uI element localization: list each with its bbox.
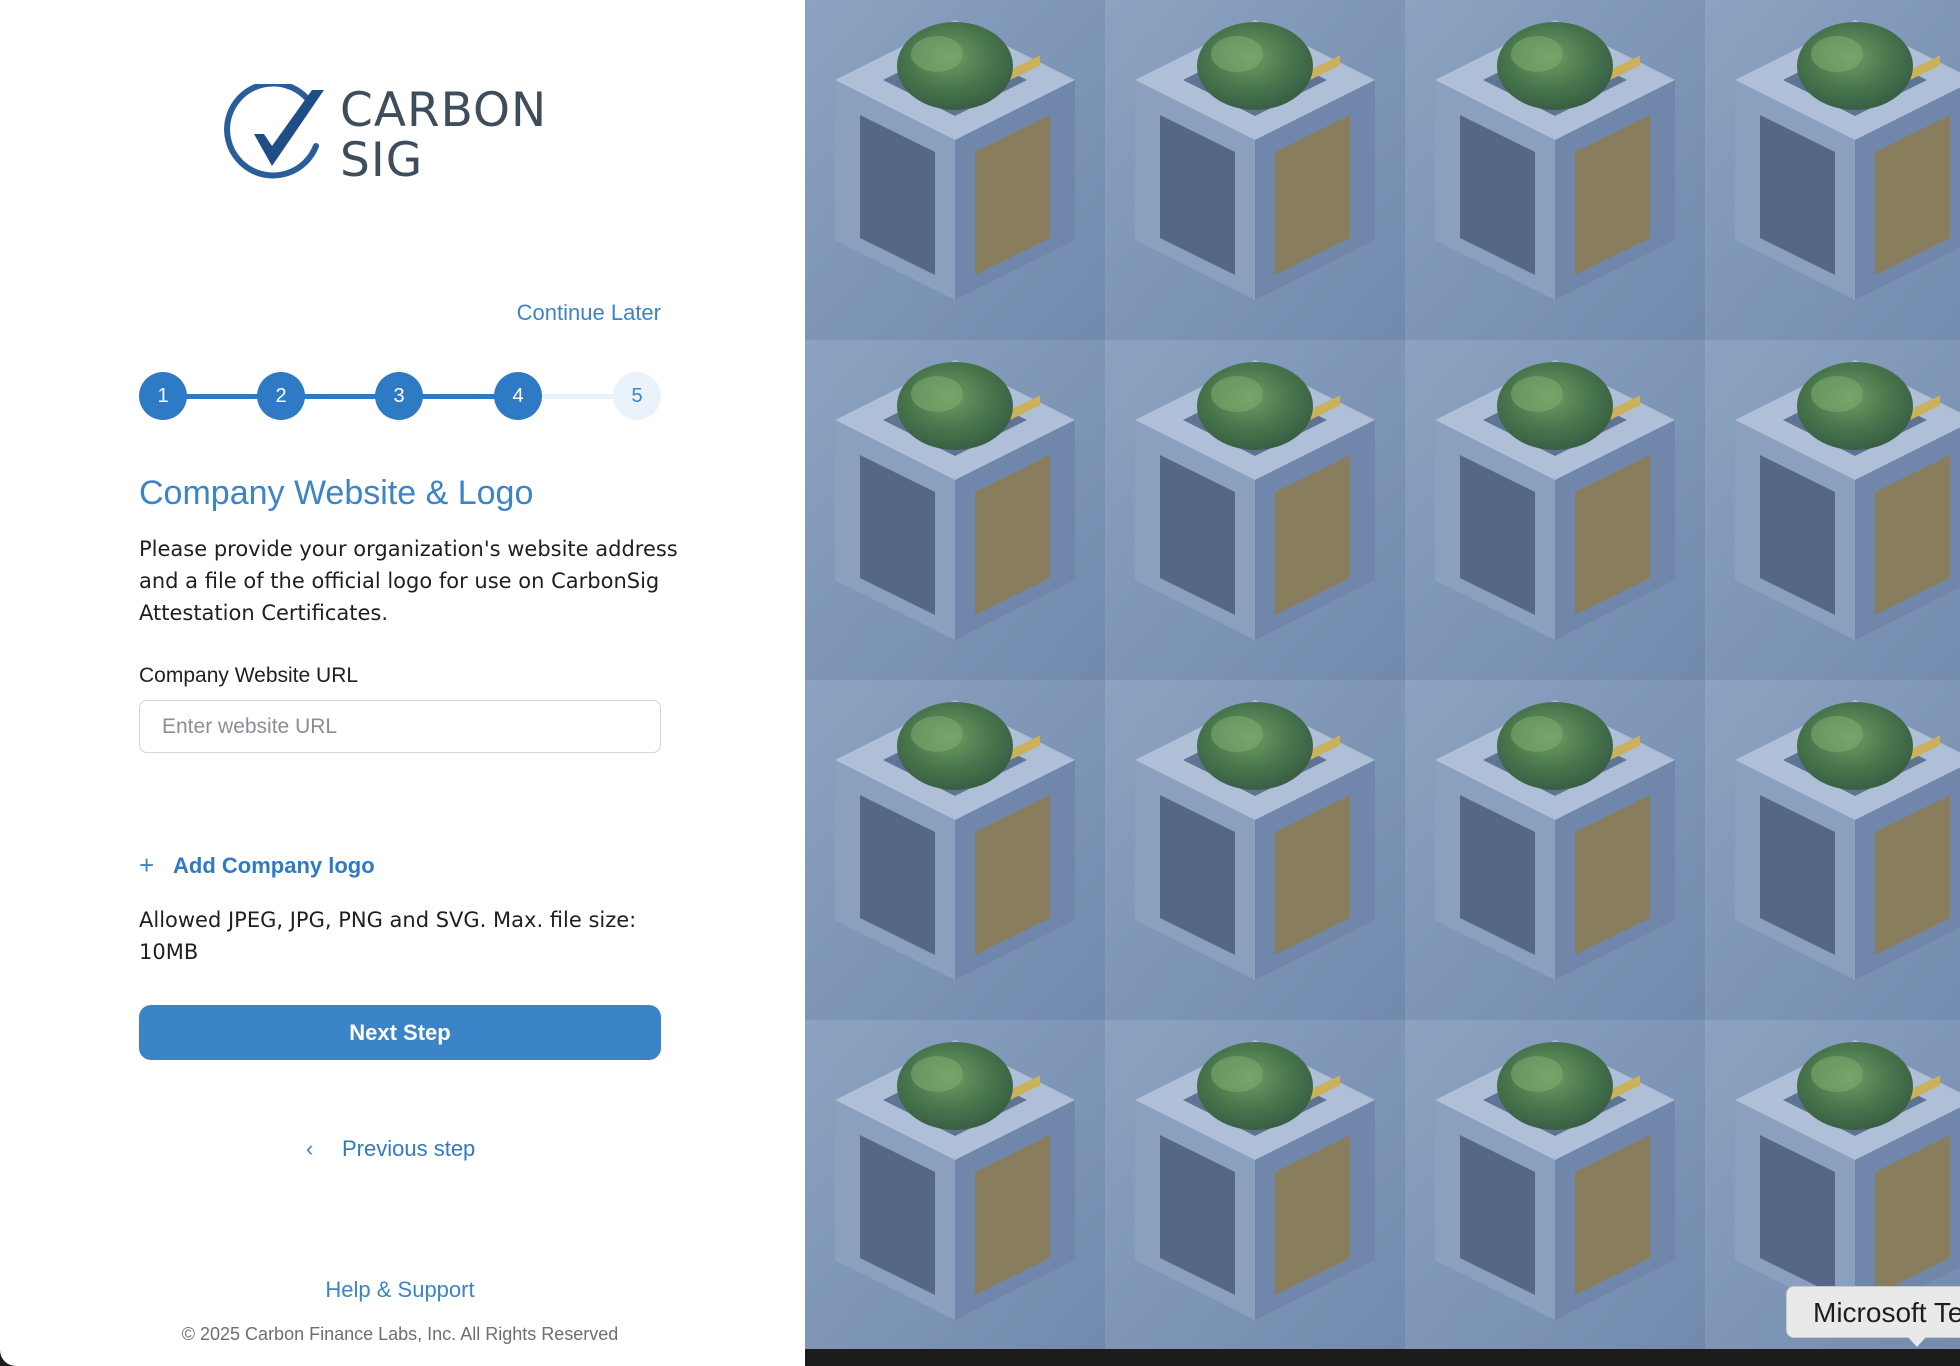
page-description: Please provide your organization's websi… bbox=[139, 537, 678, 625]
logo-line-2: SIG bbox=[340, 133, 424, 188]
logo-line-1: CARBON bbox=[340, 83, 548, 138]
previous-step-link[interactable]: ‹ Previous step bbox=[306, 1136, 475, 1162]
allowed-file-types-hint: Allowed JPEG, JPG, PNG and SVG. Max. fil… bbox=[139, 908, 637, 964]
tooltip-tail bbox=[1908, 1337, 1926, 1347]
website-url-input[interactable] bbox=[139, 700, 661, 753]
previous-step-label: Previous step bbox=[342, 1136, 476, 1161]
step-2: 2 bbox=[257, 372, 305, 420]
page-title: Company Website & Logo bbox=[139, 474, 534, 512]
add-company-logo-button[interactable]: + Add Company logo bbox=[139, 850, 375, 881]
help-support-link[interactable]: Help & Support bbox=[0, 1277, 800, 1303]
chevron-left-icon: ‹ bbox=[306, 1136, 314, 1161]
carbonsig-logo: CARBON SIG bbox=[224, 84, 584, 188]
app-window: CARBON SIG Continue Later 1 2 3 4 5 Comp… bbox=[0, 0, 1960, 1366]
hero-image bbox=[805, 0, 1960, 1349]
continue-later-link[interactable]: Continue Later bbox=[500, 300, 661, 326]
plus-icon: + bbox=[139, 850, 155, 880]
step-4: 4 bbox=[494, 372, 542, 420]
check-circle-logo-icon bbox=[224, 84, 324, 179]
logo-wordmark: CARBON SIG bbox=[340, 86, 547, 186]
app-tooltip: Microsoft Te bbox=[1786, 1286, 1960, 1338]
progress-stepper: 1 2 3 4 5 bbox=[139, 372, 661, 420]
concrete-planter-cubes-image bbox=[805, 0, 1960, 1349]
step-3: 3 bbox=[375, 372, 423, 420]
step-5: 5 bbox=[613, 372, 661, 420]
url-field-label: Company Website URL bbox=[139, 664, 359, 687]
add-logo-label: Add Company logo bbox=[173, 852, 375, 878]
step-1: 1 bbox=[139, 372, 187, 420]
next-step-button[interactable]: Next Step bbox=[139, 1005, 661, 1060]
onboarding-panel: CARBON SIG Continue Later 1 2 3 4 5 Comp… bbox=[0, 0, 805, 1366]
copyright-text: © 2025 Carbon Finance Labs, Inc. All Rig… bbox=[181, 1324, 619, 1344]
